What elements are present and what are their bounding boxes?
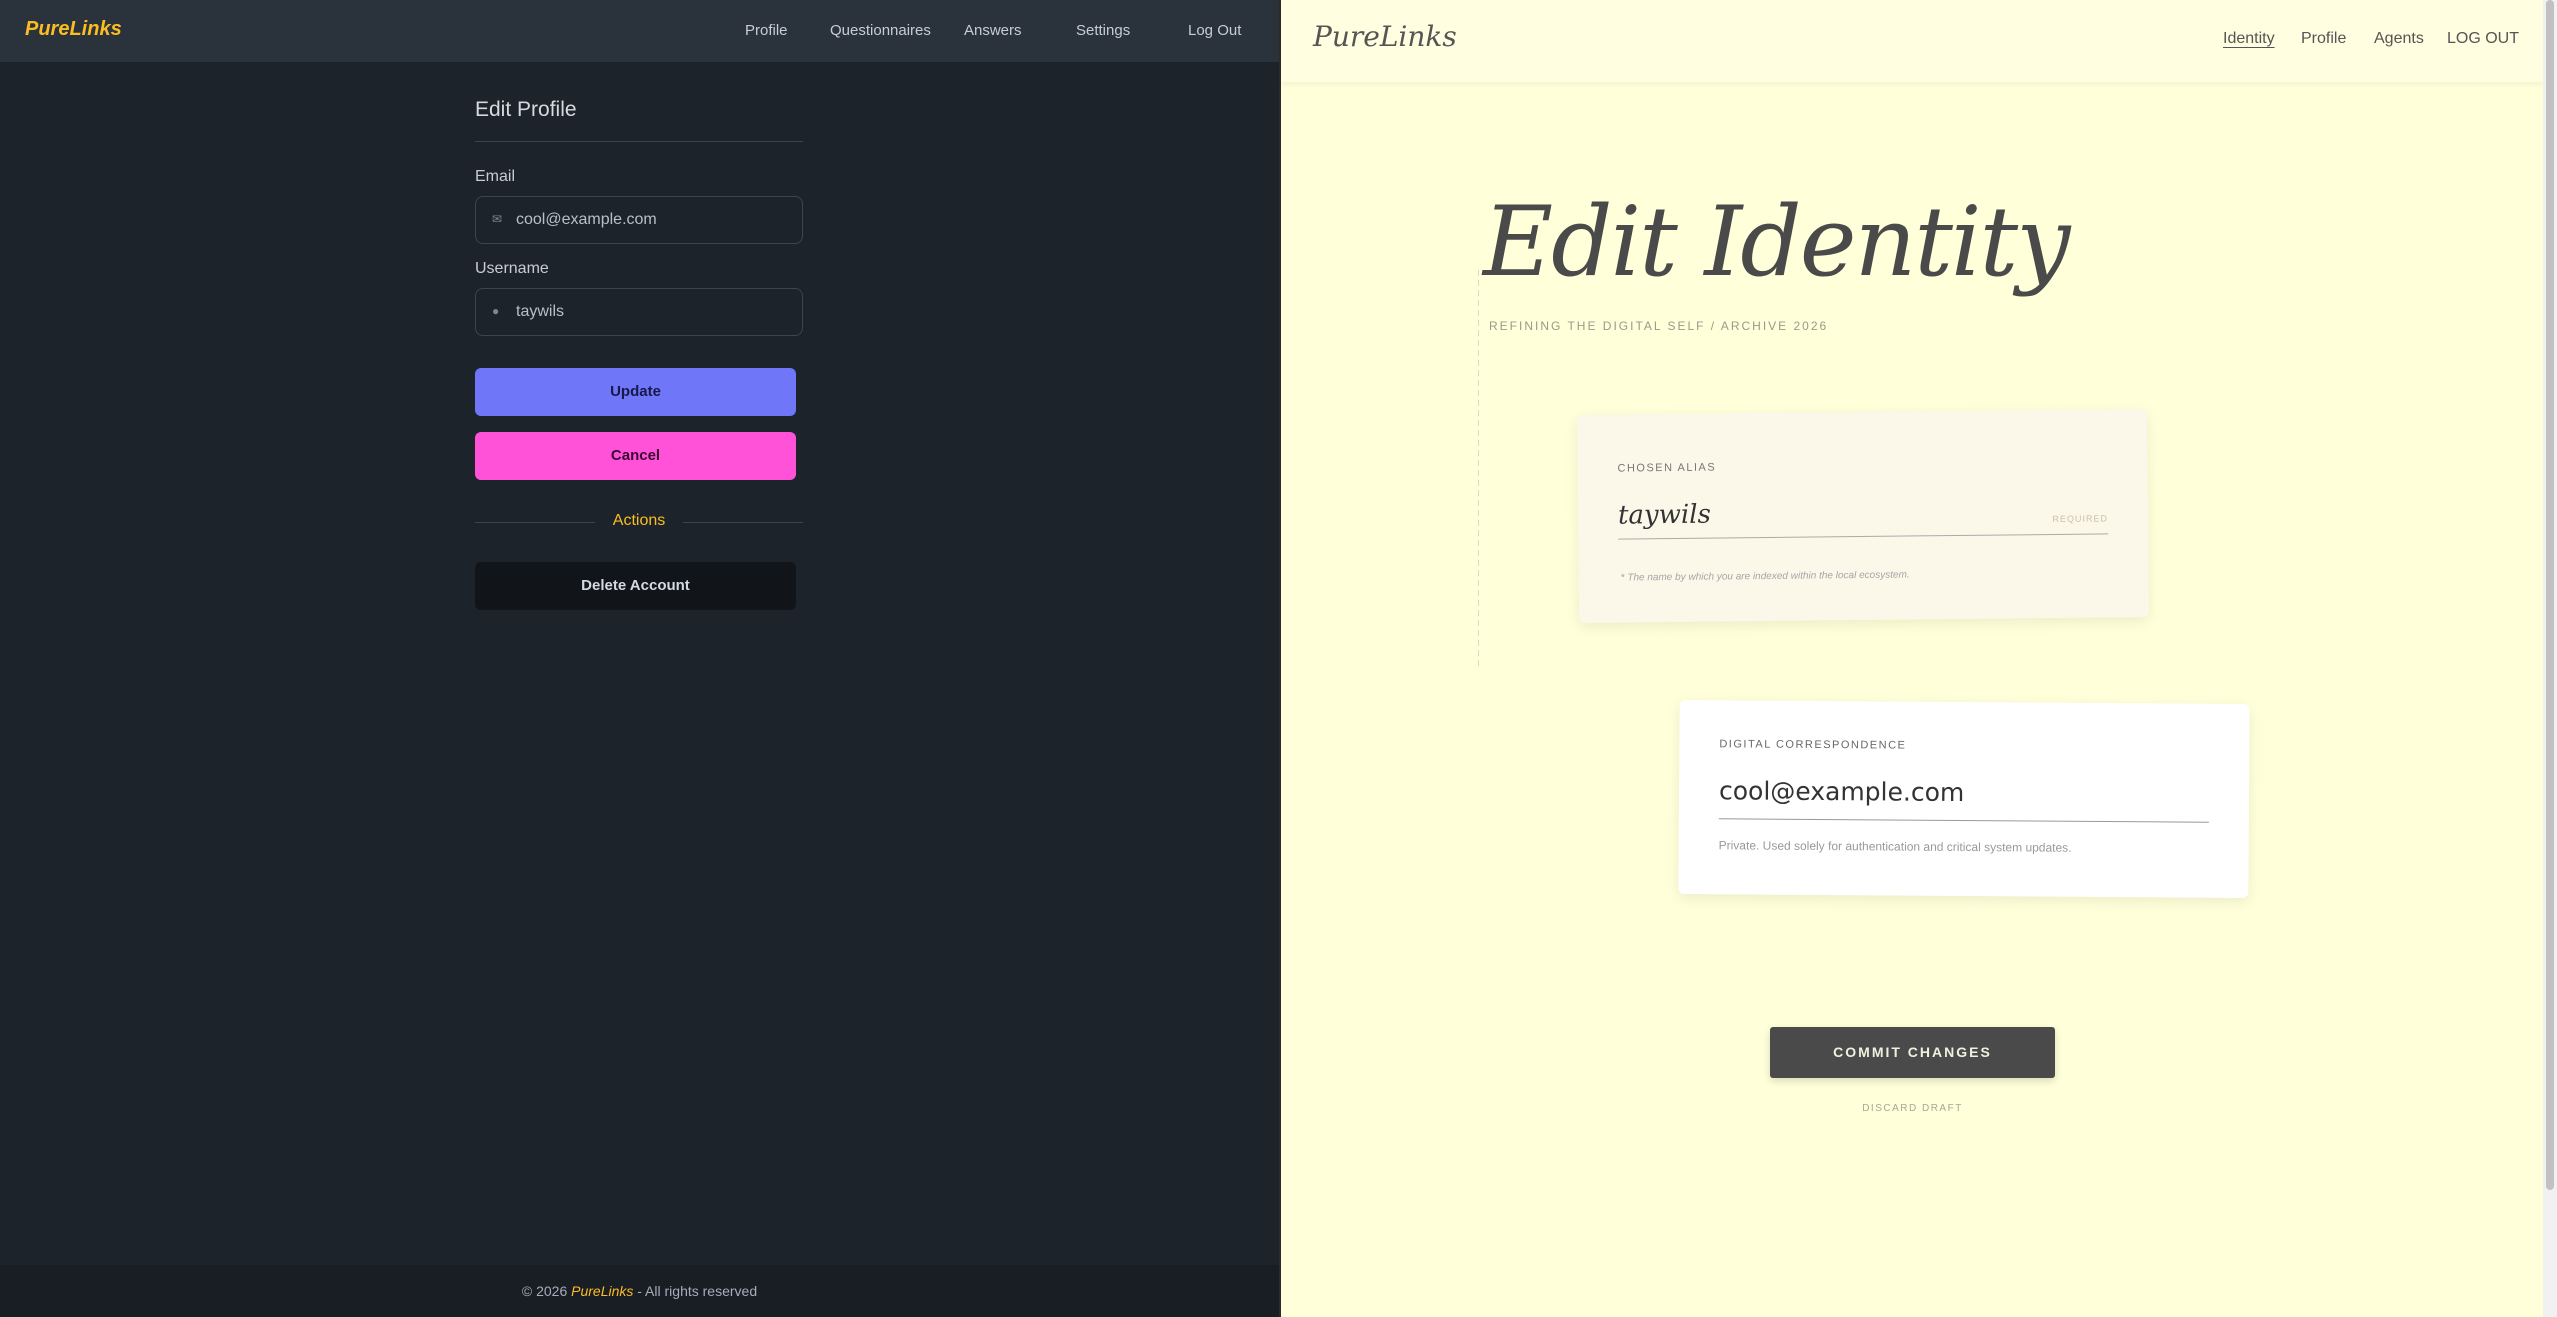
- divider-line-right: [683, 522, 803, 523]
- top-navbar: PureLinks Profile Questionnaires Answers…: [0, 0, 1279, 62]
- nav-questionnaires[interactable]: Questionnaires: [830, 22, 931, 39]
- email-card: DIGITAL CORRESPONDENCE cool@example.com …: [1678, 700, 2250, 898]
- email-value: cool@example.com: [516, 211, 657, 228]
- page-subtitle: REFINING THE DIGITAL SELF / ARCHIVE 2026: [1489, 319, 1829, 333]
- delete-account-button[interactable]: Delete Account: [475, 562, 796, 610]
- alias-label: CHOSEN ALIAS: [1617, 461, 1717, 475]
- decorative-vertical-rule: [1473, 270, 1485, 670]
- page-title-right: Edit Identity: [1483, 186, 2070, 298]
- email-input-right[interactable]: cool@example.com: [1719, 776, 1964, 807]
- footer-rights: - All rights reserved: [637, 1283, 758, 1299]
- right-pane: PureLinks Identity Profile Agents LOG OU…: [1279, 0, 2545, 1317]
- scrollbar-thumb[interactable]: [2546, 0, 2554, 1190]
- edit-profile-card: Edit Profile Email ✉ cool@example.com Us…: [475, 95, 803, 610]
- email-label-right: DIGITAL CORRESPONDENCE: [1719, 738, 1907, 752]
- email-label: Email: [475, 168, 516, 185]
- nav-identity[interactable]: Identity: [2223, 30, 2275, 48]
- user-icon: ●: [492, 304, 500, 318]
- alias-input[interactable]: taywils: [1618, 500, 1711, 531]
- nav-logout-right[interactable]: LOG OUT: [2447, 30, 2519, 48]
- email-field[interactable]: ✉ cool@example.com: [475, 196, 803, 244]
- nav-logout[interactable]: Log Out: [1188, 22, 1241, 39]
- footer: © 2026 PureLinks - All rights reserved: [0, 1265, 1279, 1317]
- username-field[interactable]: ● taywils: [475, 288, 803, 336]
- footer-text: © 2026 PureLinks - All rights reserved: [0, 1283, 1279, 1299]
- scrollbar[interactable]: [2543, 0, 2557, 1317]
- required-badge: REQUIRED: [2052, 513, 2109, 525]
- alias-card: CHOSEN ALIAS taywils REQUIRED * The name…: [1576, 409, 2150, 623]
- page-title: Edit Profile: [475, 98, 577, 121]
- username-label: Username: [475, 260, 549, 277]
- nav-answers[interactable]: Answers: [964, 22, 1022, 39]
- email-hint: Private. Used solely for authentication …: [1718, 838, 2072, 855]
- actions-divider: Actions: [475, 510, 803, 534]
- alias-underline: [1618, 533, 2109, 540]
- nav-profile[interactable]: Profile: [745, 22, 788, 39]
- actions-label: Actions: [612, 512, 666, 529]
- alias-hint: * The name by which you are indexed with…: [1620, 569, 1910, 584]
- cancel-button[interactable]: Cancel: [475, 432, 796, 480]
- update-button[interactable]: Update: [475, 368, 796, 416]
- top-navbar-right: PureLinks Identity Profile Agents LOG OU…: [1281, 0, 2545, 82]
- commit-changes-button[interactable]: COMMIT CHANGES: [1770, 1027, 2055, 1078]
- discard-draft-link[interactable]: DISCARD DRAFT: [1770, 1103, 2055, 1114]
- nav-profile-right[interactable]: Profile: [2301, 30, 2346, 48]
- envelope-icon: ✉: [492, 212, 503, 226]
- left-pane: PureLinks Profile Questionnaires Answers…: [0, 0, 1279, 1317]
- nav-agents[interactable]: Agents: [2374, 30, 2424, 48]
- username-value: taywils: [516, 303, 565, 320]
- nav-settings[interactable]: Settings: [1076, 22, 1130, 39]
- title-divider: [475, 141, 803, 142]
- brand-logo-right[interactable]: PureLinks: [1313, 20, 1457, 53]
- nav-menu: Profile Questionnaires Answers Settings …: [0, 22, 1279, 42]
- footer-brand[interactable]: PureLinks: [571, 1283, 633, 1299]
- footer-copyright: © 2026: [521, 1283, 568, 1299]
- email-underline: [1718, 818, 2209, 823]
